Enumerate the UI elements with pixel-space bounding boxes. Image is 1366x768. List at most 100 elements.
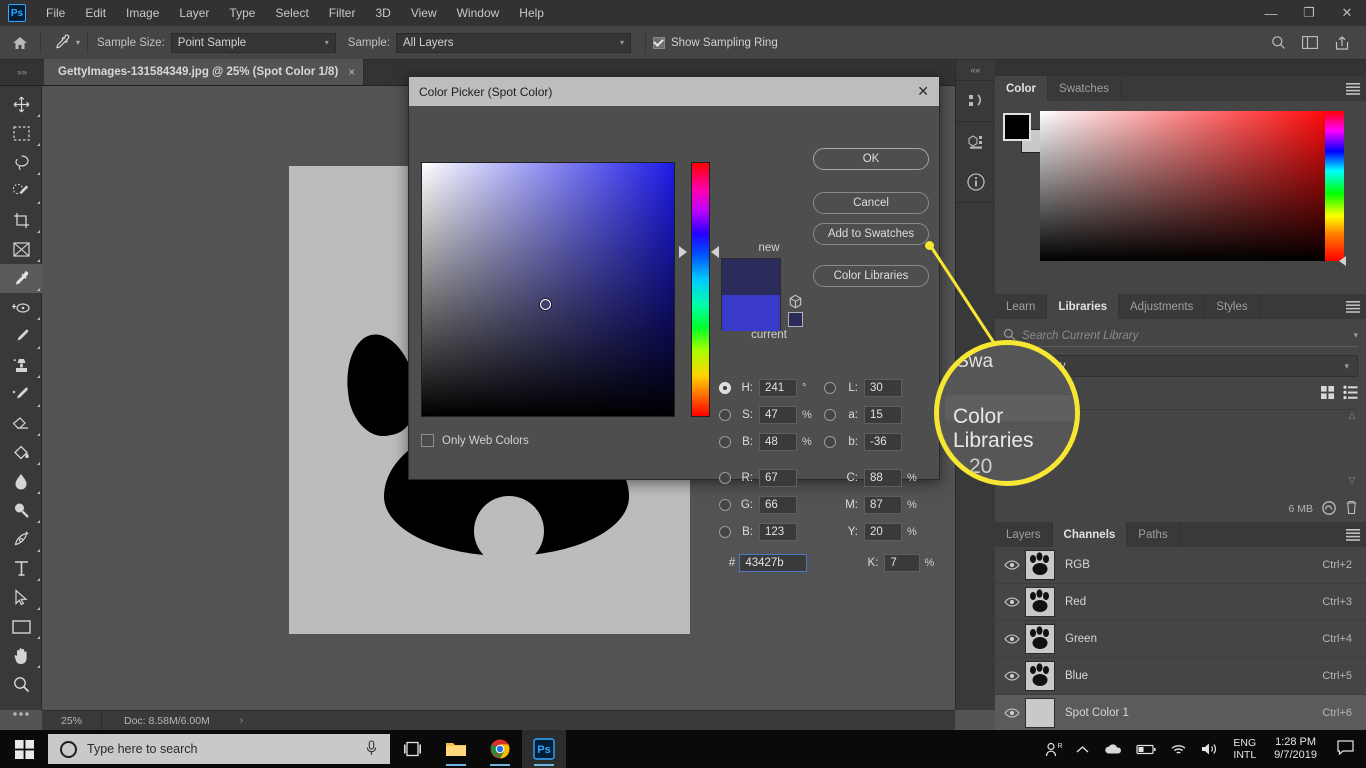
panel-menu-icon[interactable] <box>1340 76 1366 101</box>
close-icon[interactable]: ✕ <box>917 83 929 100</box>
color-libraries-button[interactable]: Color Libraries <box>813 265 929 287</box>
menu-help[interactable]: Help <box>509 0 554 26</box>
windows-start-icon[interactable] <box>0 730 48 768</box>
battery-icon[interactable] <box>1129 744 1163 755</box>
tab-swatches[interactable]: Swatches <box>1048 76 1121 101</box>
cancel-button[interactable]: Cancel <box>813 192 929 214</box>
eraser-tool[interactable] <box>0 409 42 438</box>
action-center-icon[interactable] <box>1327 740 1366 758</box>
edit-toolbar-button[interactable] <box>0 699 42 728</box>
grid-view-icon[interactable] <box>1320 385 1335 403</box>
onedrive-icon[interactable] <box>1096 743 1129 755</box>
color-hue-strip[interactable] <box>1325 111 1346 266</box>
hue-slider[interactable] <box>691 162 710 417</box>
menu-edit[interactable]: Edit <box>75 0 116 26</box>
channel-row-spot-color-1[interactable]: Spot Color 1 Ctrl+6 <box>995 695 1366 732</box>
visibility-eye-icon[interactable] <box>999 597 1025 607</box>
channel-row-red[interactable]: Red Ctrl+3 <box>995 584 1366 621</box>
panel-menu-icon[interactable] <box>1340 522 1366 547</box>
input-y[interactable]: 20 <box>864 522 902 541</box>
collapse-panels-icon[interactable]: »» <box>0 59 44 85</box>
input-s[interactable]: 47 <box>759 405 797 424</box>
foreground-color-swatch[interactable] <box>1003 113 1031 141</box>
radio-s[interactable] <box>719 408 731 421</box>
path-selection-tool[interactable] <box>0 583 42 612</box>
tab-adjustments[interactable]: Adjustments <box>1119 294 1206 319</box>
chevron-down-icon[interactable]: ▾ <box>76 38 80 47</box>
creative-cloud-icon[interactable] <box>1321 500 1337 518</box>
paint-bucket-tool[interactable] <box>0 438 42 467</box>
language-indicator[interactable]: ENG INTL <box>1225 737 1264 761</box>
color-spectrum-field[interactable] <box>1040 111 1338 261</box>
radio-b-blue[interactable] <box>719 525 731 538</box>
library-scrollbar[interactable]: △ ▽ <box>1346 410 1358 486</box>
input-c[interactable]: 88 <box>864 468 902 487</box>
input-m[interactable]: 87 <box>864 495 902 514</box>
clone-stamp-tool[interactable] <box>0 351 42 380</box>
restore-icon[interactable]: ❐ <box>1290 0 1328 26</box>
only-web-colors-checkbox[interactable]: Only Web Colors <box>421 434 529 447</box>
workspace-icon[interactable] <box>1296 30 1324 56</box>
channel-row-green[interactable]: Green Ctrl+4 <box>995 621 1366 658</box>
document-tab[interactable]: GettyImages-131584349.jpg @ 25% (Spot Co… <box>44 59 365 85</box>
crop-tool[interactable] <box>0 206 42 235</box>
chevron-down-icon[interactable]: ▾ <box>1353 330 1358 341</box>
scroll-up-icon[interactable]: △ <box>1349 410 1356 421</box>
input-r[interactable]: 67 <box>759 468 797 487</box>
input-k[interactable]: 7 <box>884 553 920 572</box>
radio-l[interactable] <box>824 381 836 394</box>
share-icon[interactable] <box>1328 30 1356 56</box>
input-b-brightness[interactable]: 48 <box>759 432 797 451</box>
microphone-icon[interactable] <box>365 739 378 759</box>
taskbar-search-input[interactable]: Type here to search <box>48 734 390 764</box>
web-safe-color-icon[interactable] <box>788 312 803 327</box>
menu-file[interactable]: File <box>36 0 75 26</box>
library-search-input[interactable]: Search Current Library ▾ <box>1003 325 1358 347</box>
clock[interactable]: 1:28 PM 9/7/2019 <box>1264 736 1327 762</box>
task-view-icon[interactable] <box>390 730 434 768</box>
radio-b-lab[interactable] <box>824 435 836 448</box>
dodge-tool[interactable] <box>0 496 42 525</box>
eyedropper-tool[interactable] <box>0 264 42 293</box>
zoom-level[interactable]: 25% <box>42 710 102 731</box>
tab-layers[interactable]: Layers <box>995 522 1053 547</box>
channel-row-rgb[interactable]: RGB Ctrl+2 <box>995 547 1366 584</box>
sample-size-select[interactable]: Point Sample ▾ <box>170 32 336 53</box>
eyedropper-icon[interactable] <box>48 31 74 55</box>
color-picker-dialog[interactable]: Color Picker (Spot Color) ✕ new current … <box>408 76 940 572</box>
tab-libraries[interactable]: Libraries <box>1047 294 1119 319</box>
panel-menu-icon[interactable] <box>1340 294 1366 319</box>
history-brush-tool[interactable] <box>0 380 42 409</box>
brushes-icon[interactable] <box>956 81 996 121</box>
menu-image[interactable]: Image <box>116 0 169 26</box>
volume-icon[interactable] <box>1194 742 1225 756</box>
scroll-down-icon[interactable]: ▽ <box>1349 475 1356 486</box>
out-of-gamut-warning-icon[interactable] <box>788 294 803 312</box>
spot-healing-tool[interactable] <box>0 293 42 322</box>
wifi-icon[interactable] <box>1163 743 1194 756</box>
visibility-eye-icon[interactable] <box>999 708 1025 718</box>
visibility-eye-icon[interactable] <box>999 671 1025 681</box>
pen-tool[interactable] <box>0 525 42 554</box>
menu-layer[interactable]: Layer <box>169 0 219 26</box>
type-tool[interactable] <box>0 554 42 583</box>
marquee-tool[interactable] <box>0 119 42 148</box>
photoshop-icon[interactable]: Ps <box>522 730 566 768</box>
home-icon[interactable] <box>7 30 33 56</box>
radio-g[interactable] <box>719 498 731 511</box>
add-to-swatches-button[interactable]: Add to Swatches <box>813 223 929 245</box>
close-icon[interactable]: ✕ <box>1328 0 1366 26</box>
tab-channels[interactable]: Channels <box>1052 522 1128 547</box>
tab-paths[interactable]: Paths <box>1127 522 1180 547</box>
quick-selection-tool[interactable] <box>0 177 42 206</box>
visibility-eye-icon[interactable] <box>999 634 1025 644</box>
collapse-rail-icon[interactable]: «« <box>956 60 995 80</box>
sv-cursor-icon[interactable] <box>540 299 551 310</box>
chevron-right-icon[interactable]: › <box>240 715 243 726</box>
brush-tool[interactable] <box>0 322 42 351</box>
info-icon[interactable] <box>956 162 996 202</box>
menu-window[interactable]: Window <box>447 0 510 26</box>
document-size-info[interactable]: Doc: 8.58M/6.00M <box>102 715 210 727</box>
menu-filter[interactable]: Filter <box>319 0 366 26</box>
close-icon[interactable]: × <box>348 65 355 79</box>
